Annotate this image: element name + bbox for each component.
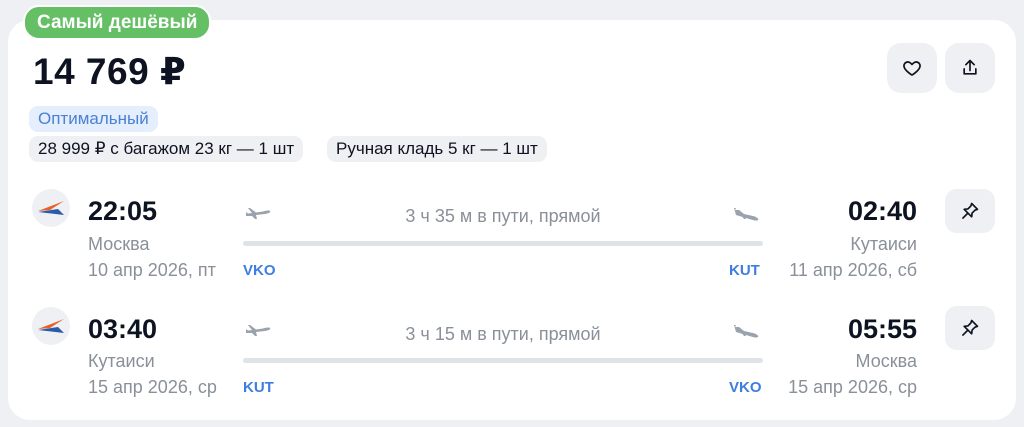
arrival-city: Москва — [855, 351, 917, 371]
flight-duration: 3 ч 15 м в пути, прямой — [405, 324, 601, 344]
departure-airport-code[interactable]: VKO — [243, 262, 276, 279]
departure-time: 22:05 — [88, 196, 158, 226]
departure-date: 10 апр 2026, пт — [88, 260, 216, 280]
pin-flight-button[interactable] — [945, 306, 995, 350]
arrival-city: Кутаиси — [850, 234, 917, 254]
share-icon — [963, 59, 977, 75]
flight-duration: 3 ч 35 м в пути, прямой — [405, 206, 601, 226]
airline-logo-icon — [38, 319, 64, 333]
airline-logo-icon — [38, 201, 64, 215]
arrival-time: 05:55 — [847, 314, 917, 344]
arrival-time: 02:40 — [847, 196, 917, 226]
baggage-option[interactable]: 28 999 ₽ с багажом 23 кг — 1 шт — [29, 136, 304, 162]
departure-date: 15 апр 2026, ср — [88, 377, 217, 397]
airline-logo — [32, 307, 70, 345]
route-progress-line — [243, 241, 763, 246]
arrival-airport-code[interactable]: KUT — [729, 262, 760, 279]
plane-landing-icon — [734, 325, 759, 338]
departure-city: Москва — [88, 234, 150, 254]
arrival-airport-code[interactable]: VKO — [729, 379, 762, 396]
ticket-price: 14 769 ₽ — [33, 51, 187, 92]
airline-logo — [32, 189, 70, 227]
heart-icon — [903, 61, 921, 76]
tariff-tag[interactable]: Оптимальный — [29, 106, 158, 132]
departure-airport-code[interactable]: KUT — [243, 379, 274, 396]
arrival-date: 15 апр 2026, ср — [788, 377, 917, 397]
favorite-button[interactable] — [887, 43, 937, 93]
hand-luggage-option[interactable]: Ручная кладь 5 кг — 1 шт — [327, 136, 547, 162]
arrival-date: 11 апр 2026, сб — [789, 260, 917, 280]
pin-icon — [962, 319, 979, 336]
plane-takeoff-icon — [246, 325, 271, 336]
departure-time: 03:40 — [88, 314, 158, 344]
share-button[interactable] — [945, 43, 995, 93]
departure-city: Кутаиси — [88, 351, 155, 371]
plane-landing-icon — [734, 208, 759, 221]
plane-takeoff-icon — [246, 208, 271, 219]
cheapest-badge: Самый дешёвый — [23, 5, 212, 40]
pin-icon — [962, 202, 979, 219]
pin-flight-button[interactable] — [945, 189, 995, 233]
route-progress-line — [243, 358, 763, 363]
